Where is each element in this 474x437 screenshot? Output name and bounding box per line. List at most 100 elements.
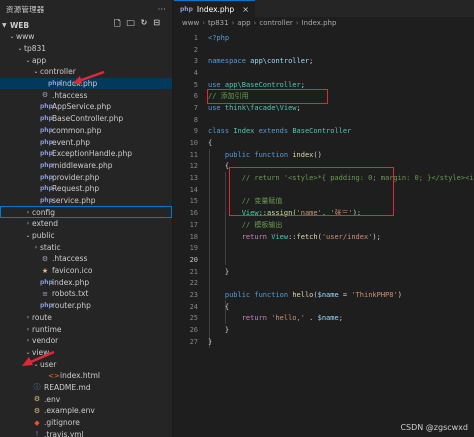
line-number: 18 [189, 232, 198, 241]
tree-file[interactable]: ⚙ .example.env [0, 405, 172, 417]
chevron-right-icon: › [34, 243, 38, 251]
code-text: } [208, 338, 212, 346]
new-file-icon[interactable]: 🗋 [114, 18, 120, 32]
code-line: 18 return View::fetch('user/index'); [174, 231, 474, 243]
tree-folder[interactable]: › route [0, 312, 172, 324]
chevron-down-icon: ⌄ [25, 232, 31, 240]
tree-file[interactable]: php event.php [0, 136, 172, 148]
code-token: } [208, 326, 230, 335]
line-number: 26 [189, 326, 198, 335]
code-token: use [208, 80, 221, 89]
tab-index-php[interactable]: php Index.php × [174, 0, 255, 17]
tree-item-label: .htaccess [52, 254, 88, 264]
code-text: // 模板输出 [208, 220, 283, 230]
line-number: 6 [193, 92, 198, 101]
line-number: 25 [189, 314, 198, 323]
php-file-icon: php [40, 302, 53, 310]
code-token: app\controller [250, 57, 310, 66]
tree-file[interactable]: <> index.html [0, 370, 172, 382]
breadcrumb-item[interactable]: app [237, 19, 250, 27]
tab-label: Index.php [196, 4, 235, 14]
tree-file[interactable]: php middleware.php [0, 160, 172, 172]
markdown-icon: ⓘ [33, 383, 41, 392]
code-token: // 模板输出 [241, 220, 283, 229]
tree-folder[interactable]: ⌄ www [0, 31, 172, 43]
tree-item-label: app [32, 55, 47, 65]
explorer-title: 资源管理器 [6, 5, 45, 14]
code-line: 10 { [174, 137, 474, 149]
code-text: return View::fetch('user/index'); [208, 233, 381, 241]
breadcrumb-item[interactable]: Index.php [302, 19, 337, 27]
tree-file[interactable]: ★ favicon.ico [0, 265, 172, 277]
breadcrumb-item[interactable]: tp831 [208, 19, 229, 27]
tree-folder[interactable]: ⌄ app [0, 54, 172, 66]
tree-file[interactable]: php service.php [0, 195, 172, 207]
tree-folder[interactable]: › static [0, 241, 172, 253]
tree-file[interactable]: ⓘ README.md [0, 382, 172, 394]
code-line: 20 [174, 254, 474, 266]
tree-file[interactable]: php Request.php [0, 183, 172, 195]
code-text: } [208, 326, 229, 334]
tree-file[interactable]: ⚙ .htaccess [0, 253, 172, 265]
tree-folder[interactable]: › vendor [0, 335, 172, 347]
line-number: 2 [193, 45, 198, 54]
close-icon[interactable]: × [242, 5, 249, 14]
tree-file[interactable]: ⚙ .env [0, 393, 172, 405]
breadcrumb-item[interactable]: www [182, 19, 199, 27]
workspace-root-label: WEB [10, 20, 30, 30]
tree-file[interactable]: ◆ .gitignore [0, 417, 172, 429]
more-actions-icon[interactable]: ··· [158, 5, 166, 14]
workspace-actions: 🗋 🗀 ↻ ⊟ [114, 18, 172, 32]
line-number: 1 [193, 33, 198, 42]
php-file-icon: php [40, 185, 53, 193]
code-token: $name [317, 290, 339, 299]
tree-file[interactable]: php ExceptionHandle.php [0, 148, 172, 160]
annotation-arrow-icon [22, 350, 55, 366]
code-line: 3 namespace app\controller; [174, 55, 474, 67]
code-token: View [271, 232, 289, 241]
line-number: 27 [189, 337, 198, 346]
tree-file[interactable]: php common.php [0, 125, 172, 137]
workspace-root[interactable]: ▼ WEB 🗋 🗀 ↻ ⊟ [0, 18, 172, 32]
tree-file[interactable]: php index.php [0, 276, 172, 288]
tree-folder[interactable]: › extend [0, 218, 172, 230]
tree-file[interactable]: php AppService.php [0, 101, 172, 113]
tree-file[interactable]: php router.php [0, 300, 172, 312]
tree-file[interactable]: ! .travis.yml [0, 428, 172, 437]
annotation-arrow-icon [72, 70, 105, 84]
refresh-icon[interactable]: ↻ [141, 18, 148, 32]
collapse-all-icon[interactable]: ⊟ [153, 18, 160, 32]
chevron-down-icon: ⌄ [25, 56, 31, 64]
code-token: BaseController [292, 127, 352, 136]
breadcrumb-separator-icon: › [295, 19, 299, 27]
php-file-icon: php [40, 161, 53, 169]
chevron-right-icon: › [26, 313, 30, 321]
tree-file[interactable]: ⚙ .htaccess [0, 89, 172, 101]
config-file-icon: ⚙ [41, 254, 49, 263]
tree-folder[interactable]: › runtime [0, 323, 172, 335]
tree-file[interactable]: php provider.php [0, 171, 172, 183]
explorer-sidebar: 资源管理器 ··· ▼ WEB 🗋 🗀 ↻ ⊟ ⌄ www ⌄ tp831 ⌄ app ⌄ c… [0, 0, 173, 437]
code-token: fetch [296, 232, 318, 241]
code-line: 2 [174, 44, 474, 56]
php-file-icon: php [40, 115, 53, 123]
tree-file[interactable]: ≡ robots.txt [0, 288, 172, 300]
tree-folder[interactable]: ⌄ public [0, 230, 172, 242]
breadcrumb-item[interactable]: controller [259, 19, 292, 27]
code-token: return [241, 232, 268, 241]
tree-item-label: extend [32, 219, 58, 229]
tree-item-label: vendor [32, 336, 59, 346]
line-number: 15 [189, 197, 198, 206]
tree-folder[interactable]: ⌄ tp831 [0, 43, 172, 55]
code-line: 24 { [174, 301, 474, 313]
tree-folder[interactable]: › config [0, 206, 172, 218]
env-file-icon: ⚙ [33, 395, 41, 404]
code-line: 17 // 模板输出 [174, 219, 474, 231]
tree-item-label: common.php [52, 125, 102, 135]
code-token: ); [372, 232, 381, 241]
tree-file[interactable]: php BaseController.php [0, 113, 172, 125]
code-line: 22 [174, 277, 474, 289]
tree-item-label: index.php [52, 277, 90, 287]
new-folder-icon[interactable]: 🗀 [127, 18, 135, 32]
code-token: <?php [208, 33, 230, 42]
